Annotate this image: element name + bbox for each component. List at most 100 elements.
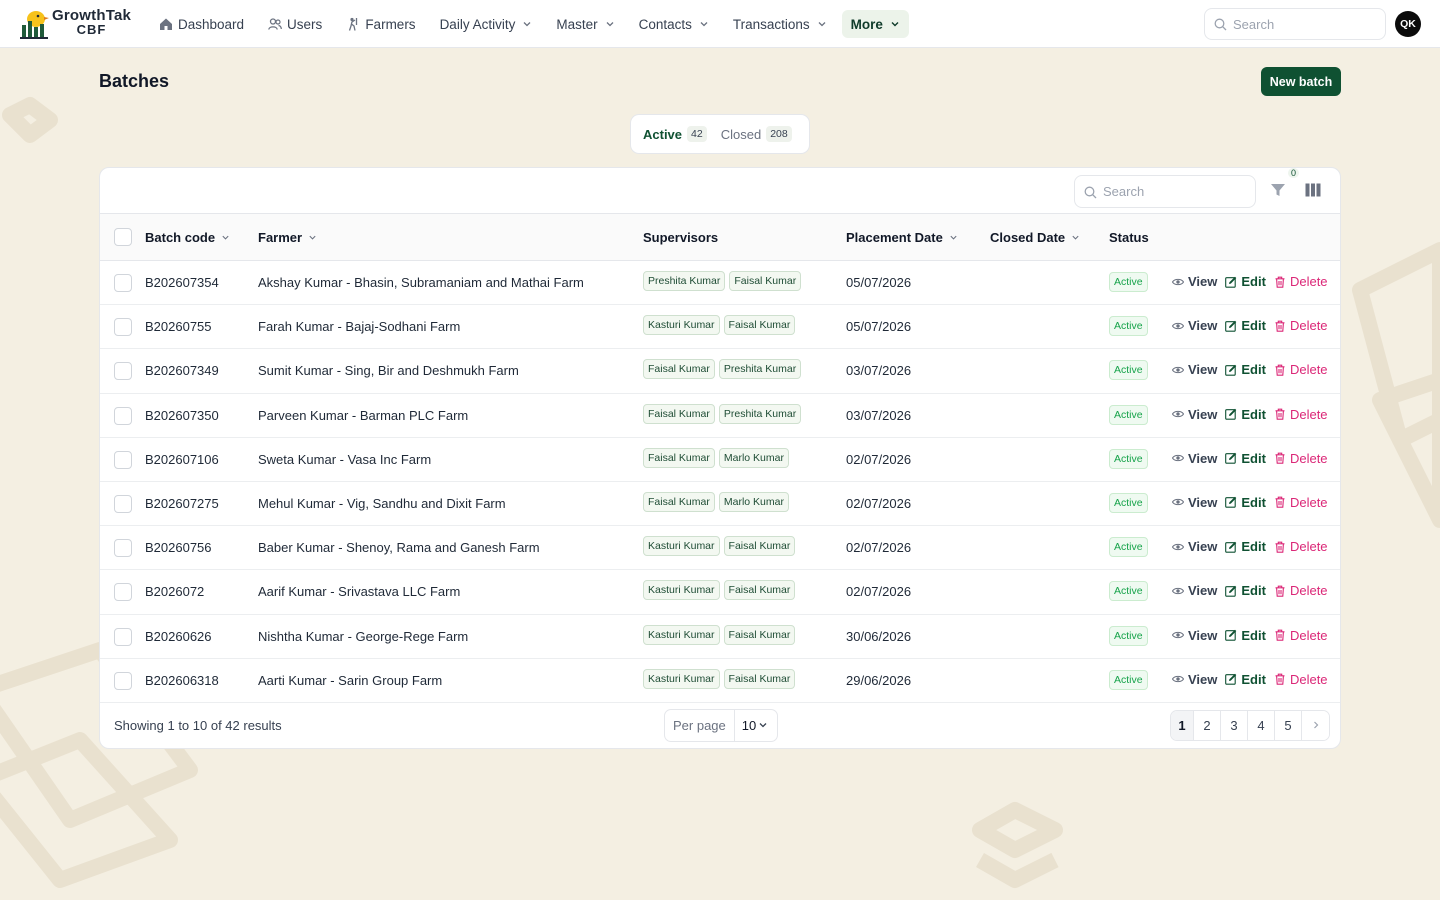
table-toolbar: 0 xyxy=(100,168,1340,214)
delete-button[interactable]: Delete xyxy=(1274,274,1328,289)
delete-label: Delete xyxy=(1289,318,1328,334)
row-checkbox[interactable] xyxy=(114,450,132,469)
row-checkbox[interactable] xyxy=(114,362,132,381)
chevron-down-icon xyxy=(818,22,826,27)
per-page-value[interactable]: 10 xyxy=(735,718,768,733)
supervisor-chip: Faisal Kumar xyxy=(643,359,715,380)
view-button[interactable]: View xyxy=(1172,451,1217,466)
page-2-button[interactable]: 2 xyxy=(1194,710,1221,740)
view-button[interactable]: View xyxy=(1172,407,1217,422)
nav-dashboard[interactable]: Dashboard xyxy=(150,10,253,38)
col-placement-date[interactable]: Placement Date xyxy=(846,230,958,245)
table-row: B202607275 Mehul Kumar - Vig, Sandhu and… xyxy=(100,482,1340,527)
chevron-down-icon xyxy=(606,22,614,27)
table-search-input[interactable] xyxy=(1103,184,1255,199)
view-button[interactable]: View xyxy=(1172,495,1217,510)
row-checkbox[interactable] xyxy=(114,318,132,337)
delete-button[interactable]: Delete xyxy=(1274,318,1328,333)
nav-users[interactable]: Users xyxy=(259,10,331,38)
col-supervisors: Supervisors xyxy=(643,230,718,245)
filter-count-badge: 0 xyxy=(1288,168,1300,178)
global-search-input[interactable] xyxy=(1233,16,1385,32)
tab-closed-count: 208 xyxy=(766,126,792,142)
new-batch-button[interactable]: New batch xyxy=(1261,67,1341,96)
row-checkbox[interactable] xyxy=(114,671,132,690)
batches-table-card: 0 Batch code Farmer Supervisors Placemen… xyxy=(99,167,1341,749)
edit-button[interactable]: Edit xyxy=(1225,628,1266,643)
trash-icon xyxy=(1275,276,1285,288)
nav-daily-activity-label: Daily Activity xyxy=(439,16,516,32)
per-page-select[interactable]: Per page 10 xyxy=(664,708,778,742)
table-row: B20260626 Nishtha Kumar - George-Rege Fa… xyxy=(100,615,1340,659)
edit-button[interactable]: Edit xyxy=(1225,274,1266,289)
edit-button[interactable]: Edit xyxy=(1225,451,1266,466)
nav-farmers[interactable]: Farmers xyxy=(337,10,424,38)
nav-master[interactable]: Master xyxy=(547,10,623,38)
delete-button[interactable]: Delete xyxy=(1274,628,1328,643)
page-5-button[interactable]: 5 xyxy=(1275,710,1302,740)
delete-button[interactable]: Delete xyxy=(1274,495,1328,510)
next-page-button[interactable] xyxy=(1302,710,1329,740)
delete-label: Delete xyxy=(1289,406,1328,422)
placement-date: 02/07/2026 xyxy=(846,495,912,511)
nav-contacts[interactable]: Contacts xyxy=(630,10,718,38)
edit-button[interactable]: Edit xyxy=(1225,583,1266,598)
delete-button[interactable]: Delete xyxy=(1274,362,1328,377)
delete-button[interactable]: Delete xyxy=(1274,451,1328,466)
select-all-checkbox[interactable] xyxy=(114,228,132,246)
status-badge: Active xyxy=(1109,404,1148,425)
edit-icon xyxy=(1225,452,1237,465)
table-header: Batch code Farmer Supervisors Placement … xyxy=(100,214,1340,261)
eye-icon xyxy=(1172,278,1184,285)
row-checkbox[interactable] xyxy=(114,406,132,425)
nav-more[interactable]: More xyxy=(841,10,909,38)
view-button[interactable]: View xyxy=(1172,318,1217,333)
view-button[interactable]: View xyxy=(1172,362,1217,377)
col-batch-code[interactable]: Batch code xyxy=(145,230,230,245)
row-checkbox[interactable] xyxy=(114,583,132,602)
edit-button[interactable]: Edit xyxy=(1225,539,1266,554)
nav-master-label: Master xyxy=(556,16,598,32)
row-checkbox[interactable] xyxy=(114,494,132,513)
view-button[interactable]: View xyxy=(1172,628,1217,643)
page-3-button[interactable]: 3 xyxy=(1221,710,1248,740)
edit-button[interactable]: Edit xyxy=(1225,495,1266,510)
view-button[interactable]: View xyxy=(1172,274,1217,289)
page-1-button[interactable]: 1 xyxy=(1171,710,1194,740)
app-logo[interactable]: GrowthTak CBF xyxy=(20,7,131,39)
nav-daily-activity[interactable]: Daily Activity xyxy=(431,10,542,38)
placement-date: 03/07/2026 xyxy=(846,407,912,423)
row-checkbox[interactable] xyxy=(114,539,132,558)
trash-icon xyxy=(1275,585,1285,597)
edit-button[interactable]: Edit xyxy=(1225,318,1266,333)
edit-button[interactable]: Edit xyxy=(1225,672,1266,687)
view-button[interactable]: View xyxy=(1172,539,1217,554)
per-page-value-text: 10 xyxy=(741,717,757,733)
row-checkbox[interactable] xyxy=(114,274,132,292)
view-button[interactable]: View xyxy=(1172,583,1217,598)
delete-button[interactable]: Delete xyxy=(1274,583,1328,598)
columns-icon[interactable] xyxy=(1305,183,1321,197)
view-button[interactable]: View xyxy=(1172,672,1217,687)
eye-icon xyxy=(1172,499,1184,506)
status-badge: Active xyxy=(1109,316,1148,337)
batch-code: B20260626 xyxy=(145,628,212,644)
chevron-down-icon xyxy=(523,22,531,27)
delete-button[interactable]: Delete xyxy=(1274,539,1328,554)
user-avatar[interactable]: QK xyxy=(1395,11,1421,37)
nav-transactions[interactable]: Transactions xyxy=(724,10,836,38)
delete-button[interactable]: Delete xyxy=(1274,672,1328,687)
edit-button[interactable]: Edit xyxy=(1225,407,1266,422)
edit-button[interactable]: Edit xyxy=(1225,362,1266,377)
row-checkbox[interactable] xyxy=(114,627,132,646)
col-closed-date[interactable]: Closed Date xyxy=(990,230,1080,245)
placement-date: 02/07/2026 xyxy=(846,451,912,467)
page-4-button[interactable]: 4 xyxy=(1248,710,1275,740)
filter-icon[interactable] xyxy=(1270,182,1286,198)
view-label: View xyxy=(1188,406,1218,422)
col-farmer[interactable]: Farmer xyxy=(258,230,317,245)
tab-active[interactable]: Active 42 xyxy=(643,126,707,142)
delete-button[interactable]: Delete xyxy=(1274,407,1328,422)
tab-closed[interactable]: Closed 208 xyxy=(721,126,792,142)
eye-icon xyxy=(1172,410,1184,418)
